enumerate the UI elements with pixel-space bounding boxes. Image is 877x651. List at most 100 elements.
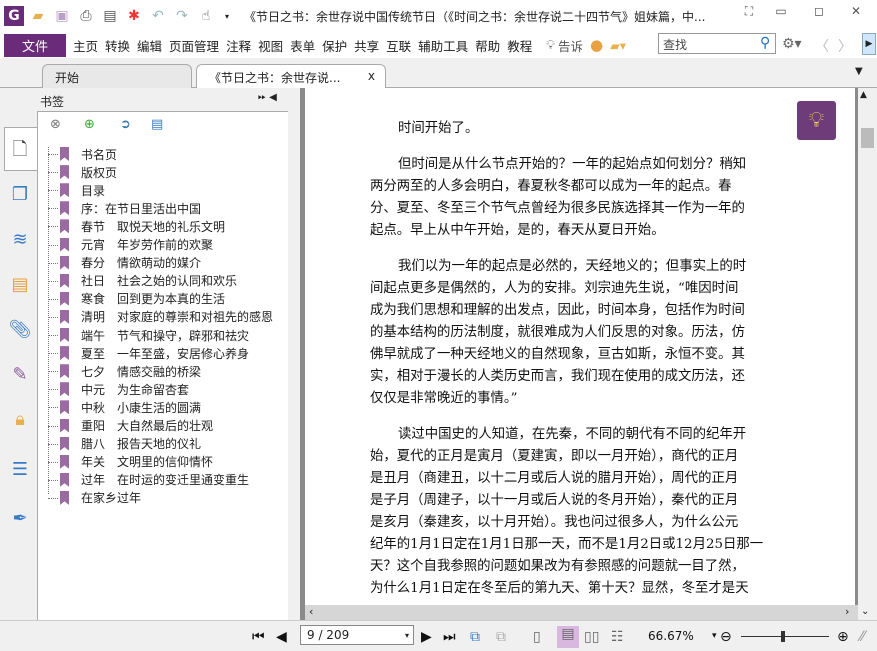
next-page-icon[interactable]: ▶: [421, 629, 432, 645]
bookmark-item[interactable]: 在家乡过年: [60, 489, 141, 507]
bookmark-item[interactable]: 年关 文明里的信仰情怀: [60, 453, 213, 471]
menu-accessibility[interactable]: 辅助工具: [418, 36, 468, 55]
close-tab-icon[interactable]: x: [368, 69, 375, 83]
search-input[interactable]: 查找: [658, 33, 776, 54]
goto-bookmark-icon[interactable]: ➲: [120, 117, 131, 132]
security-lock-icon[interactable]: 🔒︎: [8, 409, 32, 433]
undo-icon[interactable]: ↶: [148, 6, 168, 26]
bookmark-item[interactable]: 书名页: [60, 145, 117, 163]
menu-help[interactable]: 帮助: [475, 36, 500, 55]
menu-tutorial[interactable]: 教程: [507, 36, 532, 55]
continuous-facing-icon[interactable]: ☷: [611, 629, 624, 645]
bookmark-item[interactable]: 中元 为生命留杏套: [60, 380, 189, 398]
bookmark-item[interactable]: 目录: [60, 181, 105, 199]
vertical-scrollbar[interactable]: ▲ ⌄: [858, 88, 877, 620]
bookmark-item[interactable]: 七夕 情感交融的桥梁: [60, 362, 201, 380]
bookmark-item[interactable]: 清明 对家庭的尊崇和对祖先的感恩: [60, 308, 273, 326]
previous-view-icon[interactable]: ⧉: [470, 629, 480, 645]
panel-splitter[interactable]: [290, 88, 300, 620]
menu-comment[interactable]: 注释: [226, 36, 251, 55]
file-menu-button[interactable]: 文件: [4, 33, 66, 57]
menu-connect[interactable]: 互联: [386, 36, 411, 55]
horizontal-scrollbar[interactable]: ‹ ›: [305, 605, 858, 620]
bookmark-item[interactable]: 版权页: [60, 163, 117, 181]
tell-me-label[interactable]: 告诉: [558, 36, 583, 55]
lightbulb-icon[interactable]: 💡︎: [546, 37, 555, 53]
tips-lightbulb-button[interactable]: 💡︎: [797, 101, 836, 140]
add-bookmark-icon[interactable]: ⊕: [84, 117, 95, 132]
zoom-slider[interactable]: [741, 636, 829, 637]
find-folder-icon[interactable]: ▰▾: [610, 38, 626, 53]
bookmark-item[interactable]: 春节 取悦天地的礼乐文明: [60, 217, 225, 235]
ribbon-expand-button[interactable]: ▶: [862, 33, 876, 55]
restore-button[interactable]: ◻: [808, 4, 830, 22]
page-dropdown-icon[interactable]: ▾: [405, 631, 409, 640]
search-icon[interactable]: ⚲: [760, 35, 770, 51]
first-page-icon[interactable]: ⏮︎: [252, 629, 265, 645]
bookmark-item[interactable]: 序：在节日里活出中国: [60, 199, 201, 217]
facing-pages-icon[interactable]: ▯▯: [584, 629, 599, 645]
last-page-icon[interactable]: ⏭︎: [443, 629, 456, 645]
panel-expand-icon[interactable]: ⏩︎ ◀: [258, 92, 277, 103]
bookmark-item[interactable]: 社日 社会之始的认同和欢乐: [60, 272, 237, 290]
bookmark-item[interactable]: 过年 在时运的变迁里通变重生: [60, 471, 249, 489]
previous-page-icon[interactable]: ◀: [276, 629, 287, 645]
vertical-scroll-thumb[interactable]: [861, 128, 874, 148]
new-doc-icon[interactable]: ✱: [124, 6, 144, 26]
zoom-slider-thumb[interactable]: [780, 631, 785, 642]
bookmark-item[interactable]: 腊八 报告天地的仪礼: [60, 435, 201, 453]
scroll-left-icon[interactable]: ‹: [309, 605, 313, 618]
print-icon[interactable]: ⎙: [76, 6, 96, 26]
delete-bookmark-icon[interactable]: ⊗: [50, 117, 61, 132]
scroll-right-icon[interactable]: ›: [845, 605, 849, 618]
zoom-dropdown-icon[interactable]: ▾: [712, 631, 717, 641]
zoom-in-icon[interactable]: ⊕: [837, 629, 849, 645]
bookmark-item[interactable]: 寒食 回到更为本真的生活: [60, 290, 225, 308]
menu-edit[interactable]: 编辑: [137, 36, 162, 55]
forward-arrow-icon[interactable]: 〉: [838, 36, 852, 56]
bookmark-item[interactable]: 重阳 大自然最后的壮观: [60, 417, 213, 435]
thumbnails-icon[interactable]: ❐: [8, 184, 32, 208]
bookmark-item[interactable]: 元宵 年岁劳作前的欢聚: [60, 236, 213, 254]
tab-start[interactable]: 开始: [42, 64, 192, 88]
menu-convert[interactable]: 转换: [105, 36, 130, 55]
menu-protect[interactable]: 保护: [322, 36, 347, 55]
menu-form[interactable]: 表单: [290, 36, 315, 55]
menu-share[interactable]: 共享: [354, 36, 379, 55]
scan-icon[interactable]: ▤: [100, 6, 120, 26]
minimize-button[interactable]: ▭: [770, 4, 792, 22]
scroll-down-icon[interactable]: ⌄: [861, 606, 869, 617]
single-page-icon[interactable]: ▯: [533, 629, 541, 645]
zoom-level[interactable]: 66.67%: [648, 629, 694, 643]
layers-icon[interactable]: ≋: [8, 229, 32, 253]
heart-icon[interactable]: ●: [590, 36, 603, 54]
menu-view[interactable]: 视图: [258, 36, 283, 55]
zoom-out-icon[interactable]: ⊖: [720, 629, 732, 645]
redo-icon[interactable]: ↷: [172, 6, 192, 26]
close-button[interactable]: ✕: [845, 4, 867, 22]
comments-icon[interactable]: ▤: [8, 274, 32, 298]
open-folder-icon[interactable]: ▰: [28, 6, 48, 26]
bookmark-item[interactable]: 春分 情欲萌动的媒介: [60, 254, 201, 272]
save-icon[interactable]: ▣: [52, 6, 72, 26]
continuous-page-icon[interactable]: ▤: [557, 626, 579, 648]
tab-list-chevron-icon[interactable]: ▼: [855, 66, 863, 77]
customize-chevron-icon[interactable]: ▾: [220, 6, 234, 26]
back-arrow-icon[interactable]: 〈: [815, 36, 829, 56]
settings-gear-icon[interactable]: ⚙▾: [782, 36, 802, 52]
bookmark-item[interactable]: 中秋 小康生活的圆满: [60, 398, 201, 416]
scroll-up-icon[interactable]: ▲: [860, 90, 867, 100]
page-number-input[interactable]: 9 / 209 ▾: [300, 625, 414, 645]
bookmark-item[interactable]: 端午 节气和操守，辟邪和祛灾: [60, 326, 249, 344]
tab-document[interactable]: 《节日之书：余世存说... x: [196, 64, 386, 88]
fullscreen-button[interactable]: ⛶: [738, 4, 760, 22]
bookmark-options-icon[interactable]: ▤: [151, 117, 163, 132]
signatures-icon[interactable]: ✎: [8, 364, 32, 388]
form-fields-icon[interactable]: ☰: [8, 459, 32, 483]
resize-grip-icon[interactable]: ⁄⁄: [860, 629, 865, 645]
bookmark-page-icon[interactable]: 🗋︎: [8, 137, 32, 161]
menu-home[interactable]: 主页: [73, 36, 98, 55]
bookmark-item[interactable]: 夏至 一年至盛，安居修心养身: [60, 344, 249, 362]
next-view-icon[interactable]: ⧉: [496, 629, 506, 645]
certificate-icon[interactable]: ✒: [8, 508, 32, 532]
